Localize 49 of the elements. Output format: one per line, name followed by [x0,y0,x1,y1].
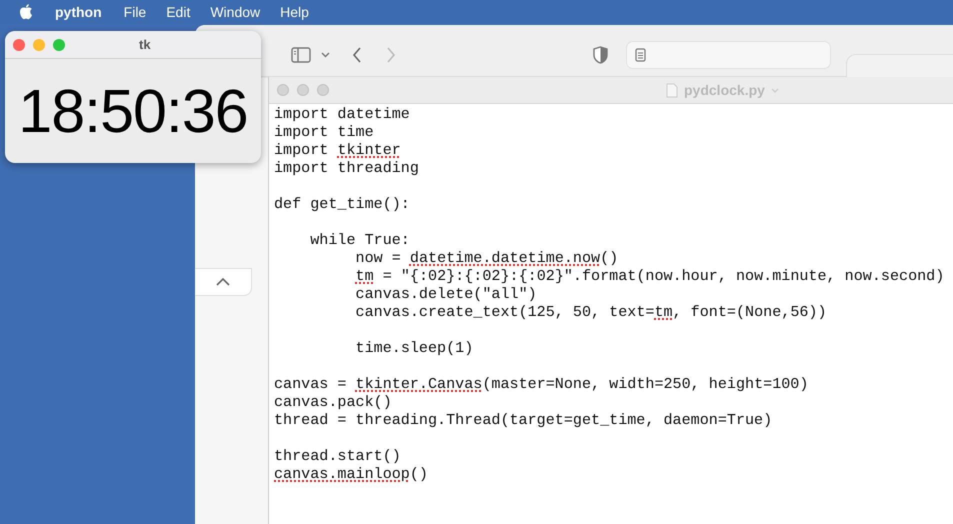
close-button[interactable] [13,38,25,50]
misspelled-word: canvas.mainloop [274,465,410,483]
chevron-down-icon[interactable] [321,52,330,58]
code-text: import [274,141,330,159]
menu-item[interactable]: Edit [166,4,190,20]
collapse-tab[interactable] [195,268,252,296]
code-text: import time [274,123,374,141]
misspelled-word: tkinter [337,141,401,159]
close-button[interactable] [277,84,289,96]
document-icon [666,82,678,98]
zoom-button[interactable] [317,84,329,96]
misspelled-word: datetime.datetime.now [410,249,600,267]
code-text: canvas.create_text(125, 50, text= [356,303,654,321]
code-text: canvas = [274,375,348,393]
code-text: = "{:02}:{:02}:{:02}".format(now.hour, now.minute, now.second) [382,267,944,285]
app-menu[interactable]: python [55,4,102,20]
apple-icon[interactable] [19,4,33,20]
page-icon [635,48,646,62]
code-text: import datetime [274,105,410,123]
code-text: canvas.delete("all") [356,285,537,303]
menu-item[interactable]: File [124,4,146,20]
code-text: () [600,249,618,267]
misspelled-word: tm [654,303,673,321]
code-text: thread = threading.Thread(target=get_time, daemon=True) [274,411,772,429]
code-text: , font=(None,56)) [672,303,827,321]
misspelled-word: tm [356,267,374,285]
code-text: while True: [310,231,410,249]
code-text: () [410,465,428,483]
misspelled-word: tkinter.Canvas [356,375,482,393]
code-text: canvas.pack() [274,393,392,411]
sidebar-icon[interactable] [291,46,311,62]
code-text: time.sleep(1) [356,339,474,357]
zoom-button[interactable] [53,38,65,50]
minimize-button[interactable] [33,38,45,50]
window-title: tk [139,37,151,52]
address-field[interactable] [626,40,831,68]
forward-icon[interactable] [386,46,396,62]
back-icon[interactable] [352,46,362,62]
shield-icon[interactable] [593,46,608,64]
menu-item[interactable]: Help [280,4,309,20]
code-text: (master=None, width=250, height=100) [482,375,808,393]
code-text: import threading [274,159,419,177]
menu-item[interactable]: Window [210,4,260,20]
code-text: def get_time(): [274,195,410,213]
code-text: now = [356,249,402,267]
minimize-button[interactable] [297,84,309,96]
clock-time: 18:50:36 [18,76,248,146]
code-text: thread.start() [274,447,401,465]
chevron-up-icon [216,278,230,286]
